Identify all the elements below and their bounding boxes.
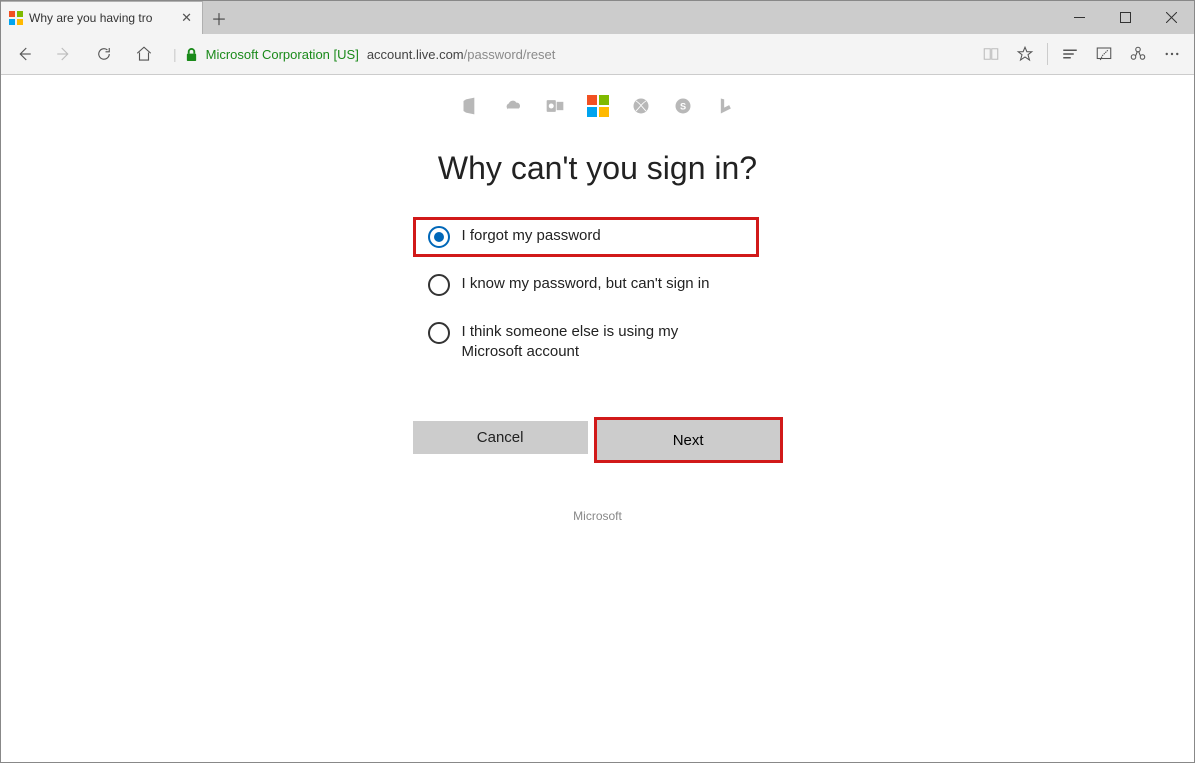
browser-tab[interactable]: Why are you having tro ✕ — [1, 1, 203, 34]
page-footer-brand: Microsoft — [413, 509, 783, 523]
hub-button[interactable] — [1054, 37, 1086, 71]
more-button[interactable] — [1156, 37, 1188, 71]
outlook-icon — [545, 96, 565, 119]
option-someone-else[interactable]: I think someone else is using my Microso… — [413, 313, 783, 371]
reason-options: I forgot my password I know my password,… — [413, 217, 783, 371]
form-buttons: Cancel Next — [413, 421, 783, 463]
url-display: account.live.com/password/reset — [367, 47, 556, 62]
onedrive-icon — [503, 96, 523, 119]
option-label: I forgot my password — [462, 226, 601, 246]
next-button[interactable]: Next — [598, 424, 778, 457]
next-button-highlight: Next — [594, 417, 783, 463]
nav-back-button[interactable] — [7, 37, 41, 71]
window-maximize-button[interactable] — [1102, 1, 1148, 34]
tab-favicon-microsoft-icon — [9, 11, 23, 25]
reset-form: I forgot my password I know my password,… — [413, 217, 783, 523]
option-label: I know my password, but can't sign in — [462, 274, 710, 294]
page-content: S Why can't you sign in? I forgot my pas… — [1, 75, 1194, 523]
option-forgot-password[interactable]: I forgot my password — [413, 217, 759, 257]
browser-toolbar: | Microsoft Corporation [US] account.liv… — [1, 34, 1194, 75]
microsoft-logo-icon — [587, 95, 609, 120]
toolbar-separator — [1047, 43, 1048, 65]
radio-icon — [428, 274, 450, 296]
page-heading: Why can't you sign in? — [438, 150, 757, 187]
nav-home-button[interactable] — [127, 37, 161, 71]
radio-icon — [428, 226, 450, 248]
new-tab-button[interactable]: ＋ — [203, 1, 235, 34]
address-bar[interactable]: | Microsoft Corporation [US] account.liv… — [167, 46, 969, 62]
tab-close-icon[interactable]: ✕ — [179, 10, 194, 26]
bing-icon — [715, 96, 735, 119]
nav-refresh-button[interactable] — [87, 37, 121, 71]
svg-text:S: S — [679, 101, 685, 111]
web-note-button[interactable] — [1088, 37, 1120, 71]
window-controls — [1056, 1, 1194, 34]
skype-icon: S — [673, 96, 693, 119]
window-minimize-button[interactable] — [1056, 1, 1102, 34]
reading-view-button[interactable] — [975, 37, 1007, 71]
nav-forward-button[interactable] — [47, 37, 81, 71]
favorite-button[interactable] — [1009, 37, 1041, 71]
radio-icon — [428, 322, 450, 344]
option-know-password[interactable]: I know my password, but can't sign in — [413, 265, 783, 305]
window-titlebar: Why are you having tro ✕ ＋ — [1, 1, 1194, 34]
lock-icon — [185, 47, 198, 62]
window-close-button[interactable] — [1148, 1, 1194, 34]
share-button[interactable] — [1122, 37, 1154, 71]
xbox-icon — [631, 96, 651, 119]
option-label: I think someone else is using my Microso… — [462, 322, 732, 362]
tab-title: Why are you having tro — [29, 11, 173, 25]
cancel-button[interactable]: Cancel — [413, 421, 588, 454]
office-icon — [461, 96, 481, 119]
security-org-label: Microsoft Corporation [US] — [206, 47, 359, 62]
service-icons-row: S — [461, 95, 735, 120]
